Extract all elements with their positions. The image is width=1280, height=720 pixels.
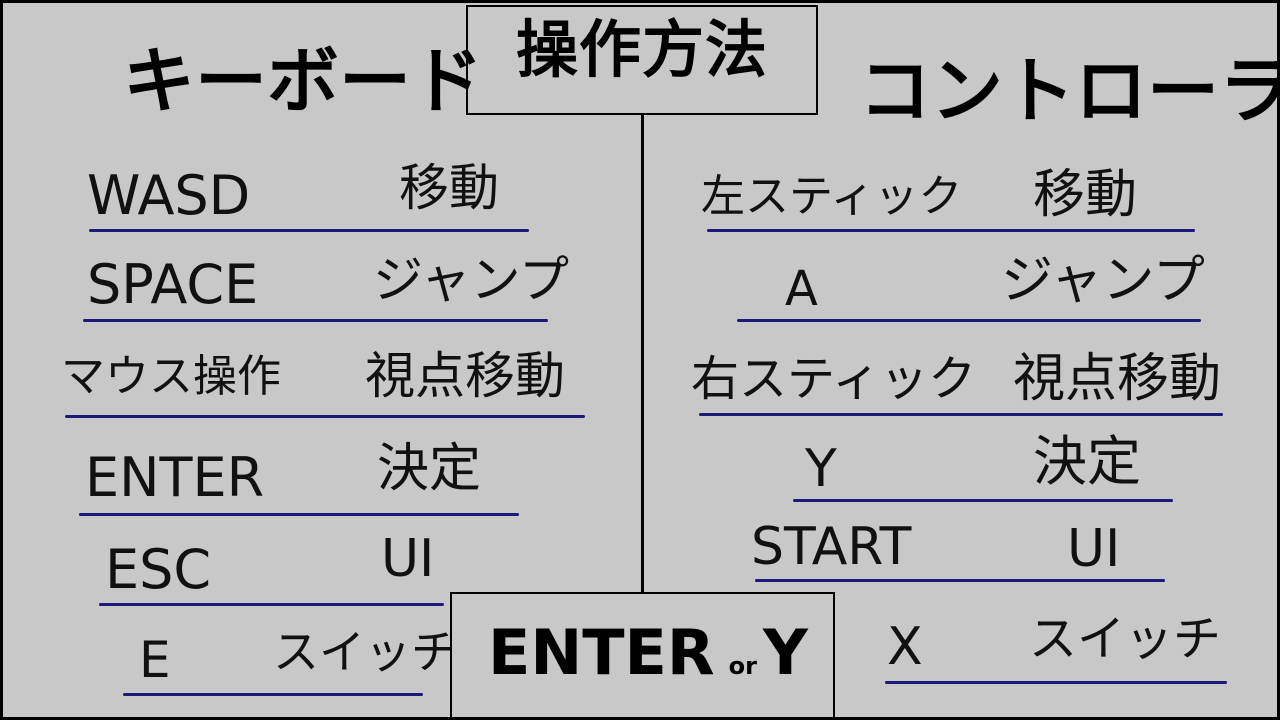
controller-key-label: X — [887, 617, 923, 677]
confirm-primary-key: ENTER — [488, 616, 715, 689]
confirm-instruction: ENTER orY — [488, 622, 808, 684]
keyboard-heading: キーボード — [123, 39, 484, 123]
keyboard-action-label: スイッチ — [273, 625, 457, 679]
controller-key-label: A — [785, 261, 818, 317]
controller-action-label: スイッチ — [1029, 611, 1222, 667]
confirm-box: ENTER orY — [450, 592, 835, 717]
controller-action-label: 視点移動 — [1013, 349, 1222, 409]
controls-screen: 操作方法 キーボード コントローラ WASD 移動 SPACE ジャンプ マウス… — [0, 0, 1280, 720]
center-divider — [641, 115, 644, 593]
keyboard-row-underline — [79, 513, 519, 516]
keyboard-row-underline — [65, 415, 585, 418]
keyboard-key-label: マウス操作 — [61, 351, 281, 402]
keyboard-action-label: 視点移動 — [365, 347, 565, 405]
keyboard-key-label: ENTER — [85, 446, 265, 509]
controller-key-label: 右スティック — [691, 351, 977, 407]
controller-key-label: Y — [805, 439, 837, 499]
controller-action-label: 移動 — [1033, 165, 1138, 225]
keyboard-row-underline — [83, 319, 548, 322]
confirm-secondary-key: Y — [762, 616, 808, 689]
page-title: 操作方法 — [516, 13, 769, 86]
controller-row-underline — [707, 229, 1195, 232]
controller-key-label: 左スティック — [701, 171, 963, 222]
controller-row-underline — [885, 681, 1227, 684]
keyboard-row-underline — [99, 603, 444, 606]
keyboard-key-label: E — [139, 631, 171, 689]
keyboard-action-label: UI — [381, 529, 435, 589]
controller-heading: コントローラ — [859, 49, 1280, 133]
controller-key-label: START — [751, 517, 912, 577]
controller-action-label: 決定 — [1033, 430, 1141, 493]
controller-action-label: UI — [1067, 519, 1121, 579]
keyboard-action-label: 決定 — [377, 439, 482, 499]
controller-action-label: ジャンプ — [1001, 251, 1205, 311]
controller-row-underline — [699, 413, 1223, 416]
keyboard-row-underline — [89, 229, 529, 232]
controller-row-underline — [793, 499, 1173, 502]
keyboard-key-label: SPACE — [87, 253, 259, 316]
keyboard-row-underline — [123, 693, 423, 696]
keyboard-action-label: ジャンプ — [373, 251, 569, 309]
keyboard-key-label: WASD — [87, 164, 251, 227]
keyboard-key-label: ESC — [105, 538, 212, 601]
keyboard-action-label: 移動 — [399, 159, 499, 217]
confirm-joiner: or — [728, 652, 757, 680]
controller-row-underline — [755, 579, 1165, 582]
title-box: 操作方法 — [466, 5, 818, 115]
controller-row-underline — [737, 319, 1201, 322]
